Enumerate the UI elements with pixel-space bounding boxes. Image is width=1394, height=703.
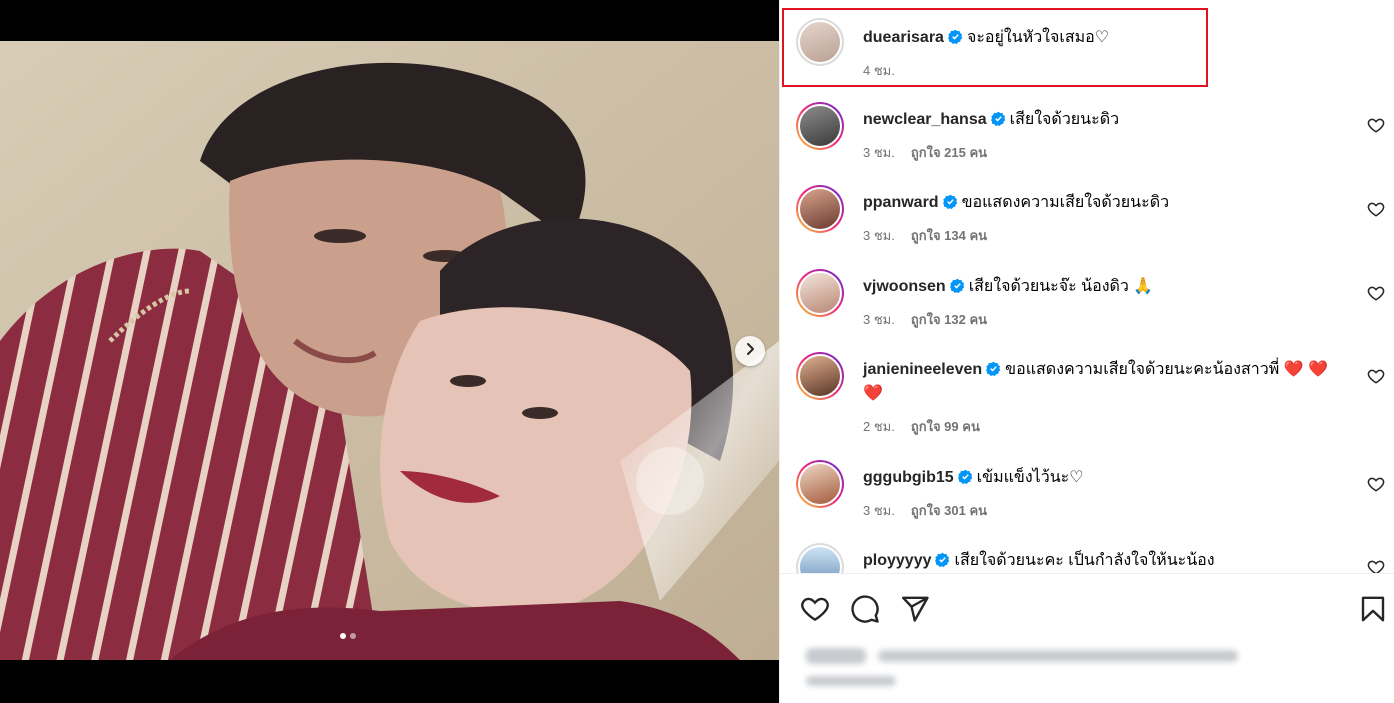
avatar[interactable] <box>796 460 844 508</box>
comments-panel: duearisara จะอยู่ในหัวใจเสมอ♡ 4 ชม. newcl… <box>779 0 1394 703</box>
verified-badge-icon <box>986 360 1001 376</box>
post-photo[interactable] <box>0 41 779 660</box>
post-action-bar <box>780 573 1394 633</box>
comment-like-count[interactable]: ถูกใจ 99 คน <box>911 416 980 437</box>
comment-like-count[interactable]: ถูกใจ 132 คน <box>911 309 987 330</box>
comment-username[interactable]: newclear_hansa <box>863 111 987 128</box>
comment-timestamp[interactable]: 3 ชม. <box>863 225 895 246</box>
verified-badge-icon <box>990 110 1006 126</box>
comment-text: ขอแสดงความเสียใจด้วยนะดิว <box>961 194 1170 211</box>
avatar[interactable] <box>796 543 844 573</box>
verified-badge-icon <box>935 551 950 567</box>
comment-text: เสียใจด้วยนะดิว <box>1009 111 1120 128</box>
comment-timestamp[interactable]: 3 ชม. <box>863 142 895 163</box>
comment-username[interactable]: vjwoonsen <box>863 278 946 295</box>
verified-badge-icon <box>957 468 973 484</box>
verified-badge-icon <box>942 193 958 209</box>
comment-timestamp[interactable]: 3 ชม. <box>863 500 895 521</box>
bookmark-icon[interactable] <box>1358 594 1388 624</box>
caption-highlight-box <box>782 8 1208 87</box>
like-comment-heart-icon[interactable] <box>1367 475 1385 493</box>
like-comment-heart-icon[interactable] <box>1367 558 1385 573</box>
photo-illustration <box>0 41 779 660</box>
verified-badge-icon <box>949 277 965 293</box>
like-comment-heart-icon[interactable] <box>1367 367 1385 385</box>
carousel-indicator <box>340 633 356 639</box>
like-comment-heart-icon[interactable] <box>1367 116 1385 134</box>
next-photo-button[interactable] <box>735 336 765 366</box>
comment-text: เข้มแข็งไว้นะ♡ <box>976 469 1084 486</box>
comment-username[interactable]: gggubgib15 <box>863 469 954 486</box>
comment-like-count[interactable]: ถูกใจ 301 คน <box>911 500 987 521</box>
heart-outline-icon[interactable] <box>800 594 830 624</box>
comment-timestamp[interactable]: 3 ชม. <box>863 309 895 330</box>
avatar[interactable] <box>796 185 844 233</box>
comment-like-count[interactable]: ถูกใจ 215 คน <box>911 142 987 163</box>
comment-username[interactable]: ployyyyy <box>863 552 931 569</box>
chevron-right-icon <box>743 342 757 361</box>
avatar[interactable] <box>796 352 844 400</box>
comment-text: เสียใจด้วยนะจ๊ะ น้องดิว 🙏 <box>968 278 1154 295</box>
post-media-panel <box>0 0 779 703</box>
comment-username[interactable]: ppanward <box>863 194 939 211</box>
comment-like-count[interactable]: ถูกใจ 134 คน <box>911 225 987 246</box>
comment-bubble-icon[interactable] <box>850 594 880 624</box>
like-comment-heart-icon[interactable] <box>1367 200 1385 218</box>
avatar[interactable] <box>796 269 844 317</box>
comment-username[interactable]: janienineeleven <box>863 361 982 378</box>
carousel-dot-active <box>340 633 346 639</box>
like-comment-heart-icon[interactable] <box>1367 284 1385 302</box>
comment-timestamp[interactable]: 2 ชม. <box>863 416 895 437</box>
avatar[interactable] <box>796 102 844 150</box>
comment-text: เสียใจด้วยนะคะ เป็นกำลังใจให้นะน้อง <box>954 552 1215 569</box>
paper-plane-icon[interactable] <box>900 594 930 624</box>
comments-list[interactable]: duearisara จะอยู่ในหัวใจเสมอ♡ 4 ชม. newcl… <box>780 0 1394 573</box>
carousel-dot <box>350 633 356 639</box>
blurred-likes-summary <box>788 634 1388 703</box>
